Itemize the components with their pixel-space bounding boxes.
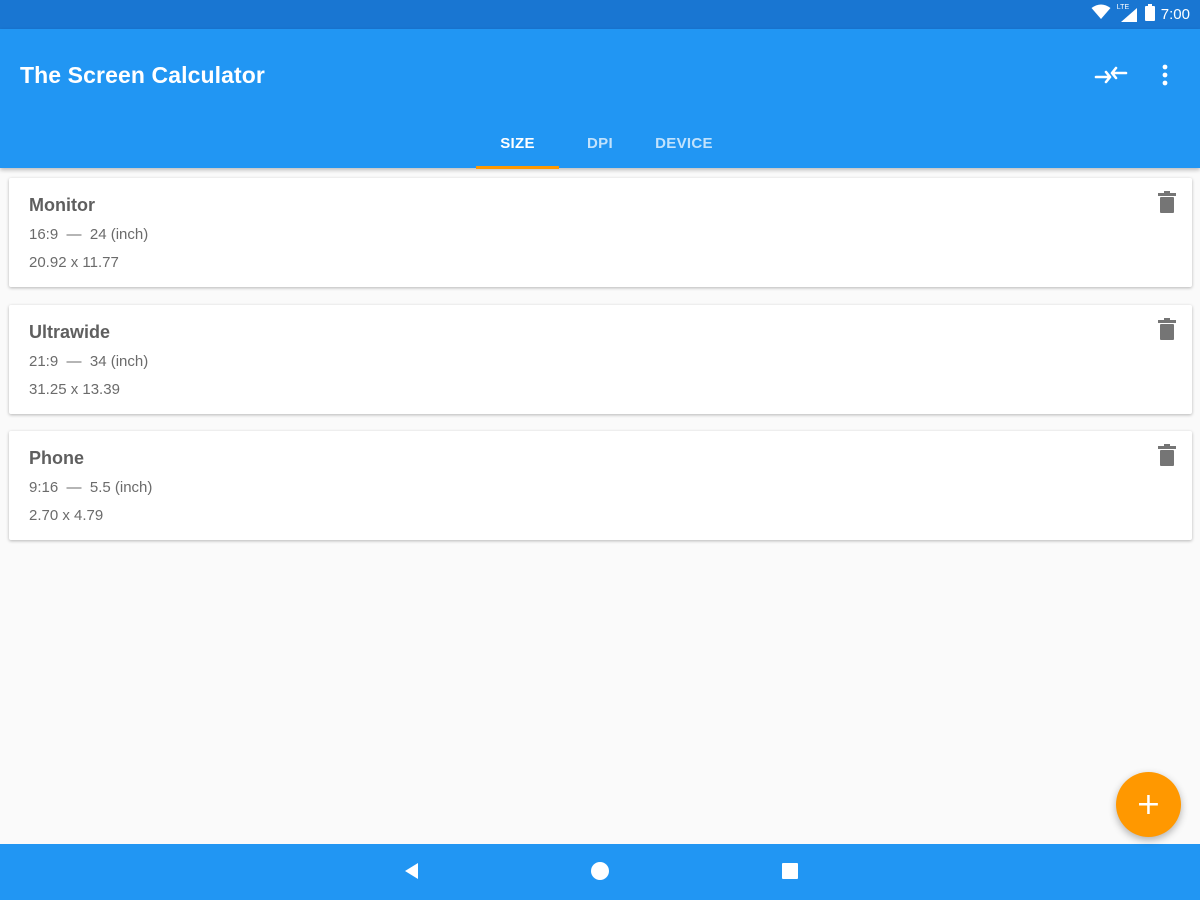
list-item[interactable]: Ultrawide 21:9 — 34 (inch) 31.25 x 13.39 — [9, 305, 1192, 414]
content-area: Monitor 16:9 — 24 (inch) 20.92 x 11.77 U… — [0, 168, 1200, 844]
trash-icon — [1158, 443, 1176, 471]
card-dimensions: 20.92 x 11.77 — [29, 254, 119, 271]
trash-icon — [1158, 317, 1176, 345]
app-title: The Screen Calculator — [20, 62, 265, 88]
plus-icon: + — [1135, 786, 1162, 822]
card-ratio-size: 16:9 — 24 (inch) — [29, 226, 149, 243]
delete-button[interactable] — [1154, 317, 1180, 345]
card-title: Monitor — [29, 195, 95, 215]
card-dimensions: 31.25 x 13.39 — [29, 381, 120, 398]
delete-button[interactable] — [1154, 190, 1180, 218]
recents-icon — [780, 861, 800, 886]
signal-icon: LTE — [1117, 4, 1139, 24]
trash-icon — [1158, 190, 1176, 218]
swap-button[interactable] — [1092, 59, 1130, 95]
battery-icon — [1144, 3, 1155, 26]
card-ratio-size: 9:16 — 5.5 (inch) — [29, 479, 153, 496]
card-title: Ultrawide — [29, 322, 111, 342]
tab-size[interactable]: SIZE — [476, 119, 559, 168]
add-button[interactable]: + — [1116, 772, 1181, 837]
status-time: 7:00 — [1160, 6, 1190, 23]
tab-indicator — [476, 166, 559, 169]
navigation-bar — [0, 844, 1200, 900]
wifi-icon — [1091, 4, 1111, 25]
back-button[interactable] — [396, 858, 426, 888]
delete-button[interactable] — [1154, 443, 1180, 471]
status-icons: LTE — [1091, 3, 1155, 26]
back-icon — [401, 861, 421, 886]
status-bar: LTE 7:00 — [0, 0, 1200, 29]
tab-device[interactable]: DEVICE — [642, 119, 726, 168]
tab-bar: SIZE DPI DEVICE — [0, 119, 1200, 168]
list-item[interactable]: Phone 9:16 — 5.5 (inch) 2.70 x 4.79 — [9, 431, 1192, 540]
more-options-button[interactable] — [1148, 59, 1182, 95]
card-ratio-size: 21:9 — 34 (inch) — [29, 353, 149, 370]
card-title: Phone — [29, 448, 85, 468]
swap-icon — [1094, 63, 1128, 92]
more-vert-icon — [1162, 64, 1168, 91]
card-dimensions: 2.70 x 4.79 — [29, 507, 104, 524]
tab-dpi[interactable]: DPI — [566, 119, 634, 168]
list-item[interactable]: Monitor 16:9 — 24 (inch) 20.92 x 11.77 — [9, 178, 1192, 287]
home-icon — [590, 861, 610, 886]
recents-button[interactable] — [775, 858, 805, 888]
home-button[interactable] — [585, 858, 615, 888]
app-bar: The Screen Calculator SIZE DPI DEVICE — [0, 29, 1200, 169]
screen: LTE 7:00 The Screen Calculator SIZE DPI … — [0, 0, 1200, 900]
